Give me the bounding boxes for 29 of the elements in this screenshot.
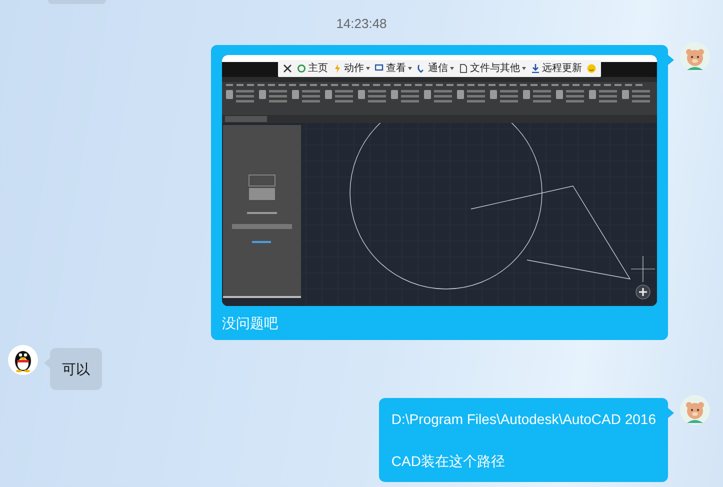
toolbar-menu-item[interactable]: 查看 bbox=[375, 64, 412, 74]
smiley-icon[interactable] bbox=[587, 64, 596, 73]
caret-icon bbox=[366, 67, 370, 70]
penguin-avatar-icon[interactable] bbox=[8, 345, 38, 375]
document-icon bbox=[459, 64, 468, 73]
monitor-icon bbox=[375, 64, 384, 73]
crosshair-icon bbox=[630, 256, 656, 282]
toolbar-menu-item[interactable]: 动作 bbox=[333, 64, 370, 74]
message-text: 可以 bbox=[62, 360, 90, 379]
download-icon bbox=[531, 64, 540, 73]
close-icon[interactable] bbox=[283, 64, 292, 73]
screenshot-image[interactable]: 主页 动作 查看 通信 文件与其他 远程更新 bbox=[222, 55, 657, 306]
caret-icon bbox=[408, 67, 412, 70]
circle-icon bbox=[297, 64, 306, 73]
zoom-icon[interactable] bbox=[636, 284, 650, 300]
toolbar-menu-item[interactable]: 主页 bbox=[297, 64, 328, 74]
caret-icon bbox=[522, 67, 526, 70]
message-text: CAD装在这个路径 bbox=[391, 452, 506, 471]
message-text: D:\Program Files\Autodesk\AutoCAD 2016 bbox=[391, 410, 656, 429]
lock-card-icon bbox=[248, 174, 276, 200]
message-text: 没问题吧 bbox=[222, 314, 279, 332]
toolbar-menu-item[interactable]: 通信 bbox=[417, 64, 454, 74]
caret-icon bbox=[450, 67, 454, 70]
toolbar-menu-item[interactable]: 文件与其他 bbox=[459, 64, 526, 74]
phone-icon bbox=[417, 64, 426, 73]
lightning-icon bbox=[333, 64, 342, 73]
timestamp: 14:23:48 bbox=[336, 16, 387, 31]
toolbar-menu-item[interactable]: 远程更新 bbox=[531, 64, 582, 74]
panel-text-line bbox=[247, 212, 277, 214]
